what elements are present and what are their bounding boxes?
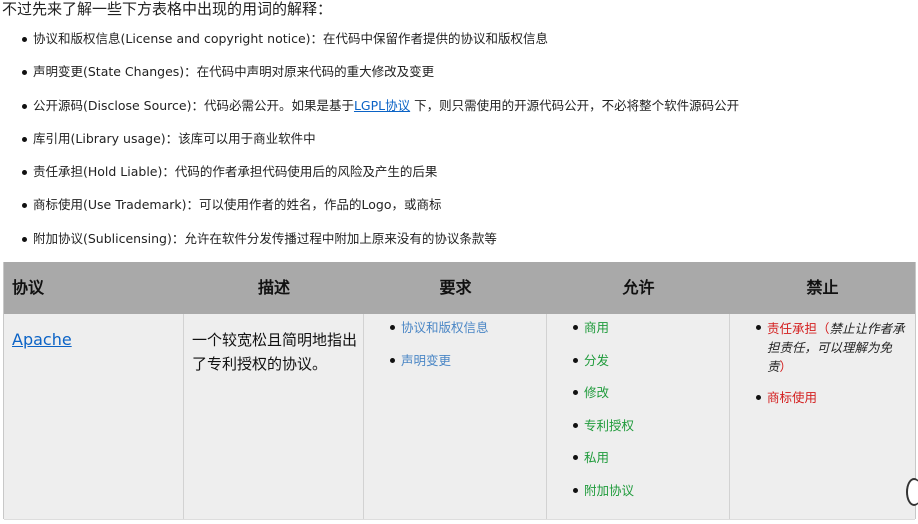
forbid-note-close: ） bbox=[779, 359, 793, 374]
permits-item: 附加协议 bbox=[547, 482, 634, 515]
definition-text: 公开源码(Disclose Source)：代码必需公开。如果是基于 bbox=[33, 97, 354, 113]
cell-permits: 商用 分发 修改 专利授权 私用 附加协议 bbox=[547, 314, 730, 519]
definition-item: 协议和版权信息(License and copyright notice)：在代… bbox=[0, 30, 739, 63]
forbids-item: 责任承担（禁止让作者承担责任，可以理解为免责） bbox=[730, 319, 907, 376]
definition-item: 声明变更(State Changes)：在代码中声明对原来代码的重大修改及变更 bbox=[0, 63, 739, 96]
definition-item: 库引用(Library usage)：该库可以用于商业软件中 bbox=[0, 130, 739, 163]
cell-description: 一个较宽松且简明地指出了专利授权的协议。 bbox=[184, 314, 364, 519]
definition-item: 附加协议(Sublicensing)：允许在软件分发传播过程中附加上原来没有的协… bbox=[0, 230, 739, 263]
cell-license: Apache bbox=[4, 314, 184, 519]
header-permits: 允许 bbox=[622, 278, 655, 297]
header-license: 协议 bbox=[12, 278, 45, 297]
requires-list: 协议和版权信息 声明变更 bbox=[364, 319, 489, 384]
definition-item: 责任承担(Hold Liable)：代码的作者承担代码使用后的风险及产生的后果 bbox=[0, 163, 739, 196]
definition-item: 公开源码(Disclose Source)：代码必需公开。如果是基于LGPL协议… bbox=[0, 97, 739, 130]
definitions-list: 协议和版权信息(License and copyright notice)：在代… bbox=[0, 30, 739, 263]
definition-text: 协议和版权信息(License and copyright notice)：在代… bbox=[33, 31, 549, 46]
page-scroll-handle[interactable] bbox=[906, 478, 918, 506]
forbid-note-open: （ bbox=[817, 321, 830, 336]
forbids-list: 责任承担（禁止让作者承担责任，可以理解为免责） 商标使用 bbox=[730, 319, 907, 407]
cell-forbids: 责任承担（禁止让作者承担责任，可以理解为免责） 商标使用 bbox=[730, 314, 915, 519]
definition-text: 声明变更(State Changes)：在代码中声明对原来代码的重大修改及变更 bbox=[33, 64, 435, 80]
description-text: 一个较宽松且简明地指出了专利授权的协议。 bbox=[192, 331, 358, 373]
requires-item: 声明变更 bbox=[364, 352, 489, 385]
license-table: 协议 描述 要求 允许 禁止 Apache 一个较宽松且简明地指出了专利授权的协… bbox=[3, 262, 916, 520]
requires-item: 协议和版权信息 bbox=[364, 319, 489, 352]
intro-text: 不过先来了解一些下方表格中出现的用词的解释： bbox=[2, 0, 333, 18]
permits-item: 修改 bbox=[547, 384, 634, 417]
forbid-label: 责任承担 bbox=[767, 321, 818, 336]
apache-link[interactable]: Apache bbox=[12, 330, 72, 349]
permits-item: 商用 bbox=[547, 319, 634, 352]
forbids-item: 商标使用 bbox=[730, 389, 907, 407]
permits-item: 分发 bbox=[547, 352, 634, 385]
header-description: 描述 bbox=[257, 278, 290, 297]
cell-requires: 协议和版权信息 声明变更 bbox=[364, 314, 547, 519]
definition-text: 商标使用(Use Trademark)：可以使用作者的姓名，作品的Logo，或商… bbox=[33, 197, 442, 213]
table-row: Apache 一个较宽松且简明地指出了专利授权的协议。 协议和版权信息 声明变更… bbox=[4, 314, 915, 519]
header-requires: 要求 bbox=[439, 278, 472, 297]
header-forbids: 禁止 bbox=[806, 278, 839, 297]
next-row-edge bbox=[4, 519, 915, 524]
permits-list: 商用 分发 修改 专利授权 私用 附加协议 bbox=[547, 319, 634, 514]
definition-text: 附加协议(Sublicensing)：允许在软件分发传播过程中附加上原来没有的协… bbox=[33, 230, 497, 246]
definition-text: 责任承担(Hold Liable)：代码的作者承担代码使用后的风险及产生的后果 bbox=[33, 164, 438, 180]
definition-text: 库引用(Library usage)：该库可以用于商业软件中 bbox=[33, 130, 316, 146]
definition-text: 下，则只需使用的开源代码公开，不必将整个软件源码公开 bbox=[410, 97, 740, 113]
permits-item: 专利授权 bbox=[547, 417, 634, 450]
definition-item: 商标使用(Use Trademark)：可以使用作者的姓名，作品的Logo，或商… bbox=[0, 196, 739, 229]
permits-item: 私用 bbox=[547, 449, 634, 482]
lgpl-link[interactable]: LGPL协议 bbox=[354, 98, 410, 113]
table-header: 协议 描述 要求 允许 禁止 bbox=[4, 262, 915, 314]
